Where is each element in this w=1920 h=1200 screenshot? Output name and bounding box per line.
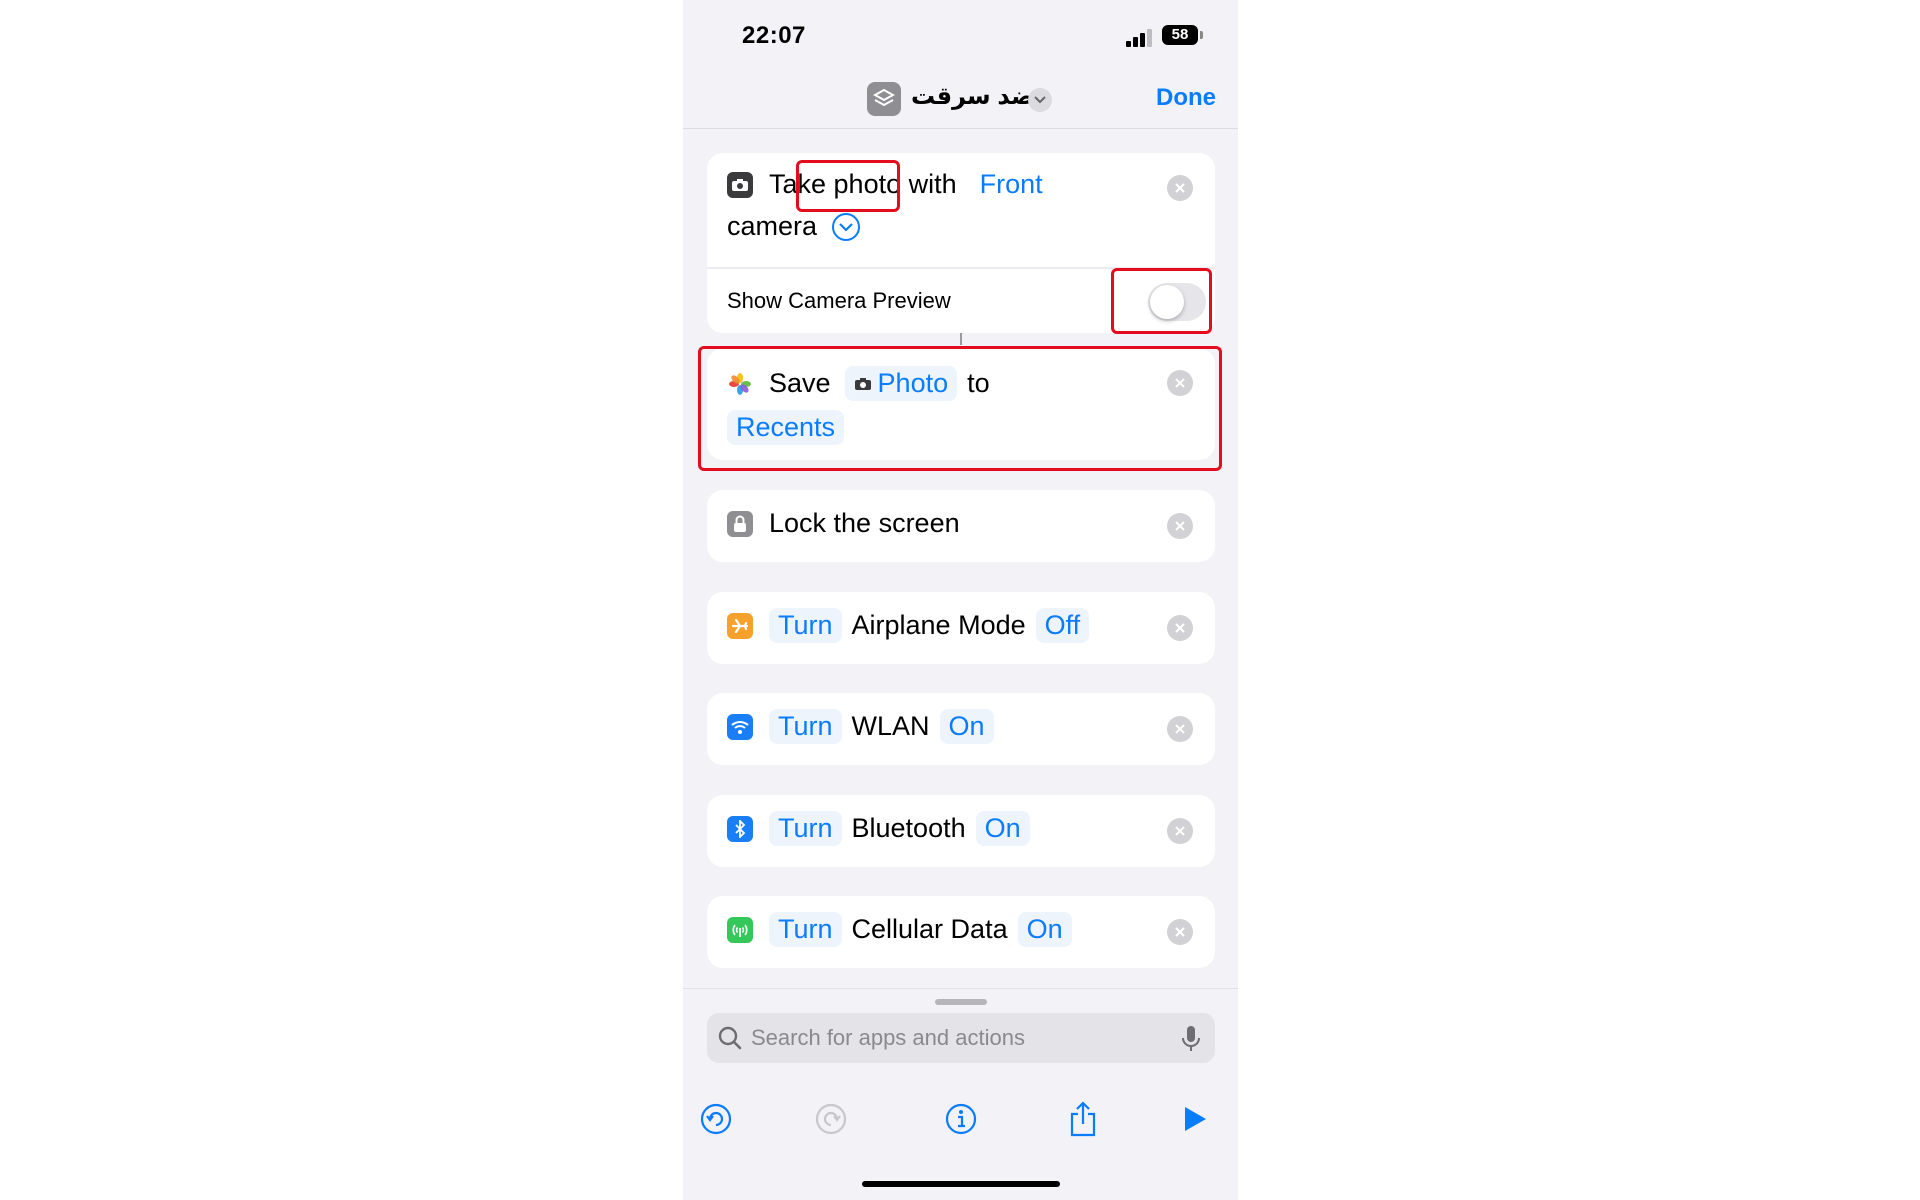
camera-icon xyxy=(727,171,753,198)
lock-screen-label: Lock the screen xyxy=(769,508,960,538)
battery-icon: 58 xyxy=(1162,25,1203,45)
expand-chevron-icon[interactable] xyxy=(831,212,861,242)
bluetooth-state-token[interactable]: On xyxy=(975,811,1030,846)
share-icon xyxy=(1070,1101,1096,1137)
nav-bar: ضد سرقت Done xyxy=(683,70,1238,129)
wlan-state-token[interactable]: On xyxy=(939,709,994,744)
action-connector xyxy=(960,333,962,345)
run-button[interactable] xyxy=(1175,1099,1215,1139)
phone-screen: 22:07 58 ضد سرقت Done Take photo with Fr… xyxy=(683,0,1238,1200)
wlan-label: WLAN xyxy=(851,711,930,741)
remove-action-button[interactable] xyxy=(1167,818,1193,844)
cellular-state-token[interactable]: On xyxy=(1017,912,1072,947)
remove-action-button[interactable] xyxy=(1167,716,1193,742)
turn-token[interactable]: Turn xyxy=(769,608,842,643)
camera-direction-token[interactable]: Front xyxy=(971,167,1052,202)
search-bar[interactable] xyxy=(707,1013,1215,1063)
sheet-grabber[interactable] xyxy=(935,999,987,1005)
status-bar: 22:07 58 xyxy=(683,0,1238,70)
play-icon xyxy=(1185,1107,1206,1131)
lock-screen-action[interactable]: Lock the screen xyxy=(707,490,1215,562)
highlight-front xyxy=(796,160,900,212)
signal-icon xyxy=(1126,29,1156,47)
turn-token[interactable]: Turn xyxy=(769,709,842,744)
remove-action-button[interactable] xyxy=(1167,919,1193,945)
airplane-mode-label: Airplane Mode xyxy=(851,610,1026,640)
airplane-mode-action[interactable]: Turn Airplane Mode Off xyxy=(707,592,1215,664)
undo-button[interactable] xyxy=(696,1099,736,1139)
redo-button[interactable] xyxy=(811,1099,851,1139)
search-input[interactable] xyxy=(751,1013,1151,1063)
done-button[interactable]: Done xyxy=(1156,84,1216,112)
shortcuts-app-icon xyxy=(867,82,901,116)
wifi-icon xyxy=(727,713,753,740)
info-button[interactable] xyxy=(941,1099,981,1139)
search-icon xyxy=(718,1026,742,1050)
bluetooth-action[interactable]: Turn Bluetooth On xyxy=(707,795,1215,867)
home-indicator xyxy=(862,1181,1060,1187)
microphone-icon[interactable] xyxy=(1181,1025,1201,1053)
wlan-action[interactable]: Turn WLAN On xyxy=(707,693,1215,765)
cellular-data-label: Cellular Data xyxy=(851,914,1008,944)
show-camera-preview-label: Show Camera Preview xyxy=(727,288,951,313)
lock-icon xyxy=(727,510,753,537)
action-search-sheet xyxy=(683,988,1238,1200)
editor-toolbar xyxy=(683,1089,1238,1149)
remove-action-button[interactable] xyxy=(1167,513,1193,539)
cellular-data-action[interactable]: Turn Cellular Data On xyxy=(707,896,1215,968)
chevron-down-icon[interactable] xyxy=(1028,88,1052,112)
airplane-icon xyxy=(727,612,753,639)
remove-action-button[interactable] xyxy=(1167,615,1193,641)
highlight-save xyxy=(698,346,1222,471)
share-button[interactable] xyxy=(1063,1099,1103,1139)
turn-token[interactable]: Turn xyxy=(769,811,842,846)
take-photo-action[interactable]: Take photo with Front camera xyxy=(707,153,1215,267)
bluetooth-icon xyxy=(727,815,753,842)
highlight-toggle xyxy=(1111,268,1212,334)
remove-action-button[interactable] xyxy=(1167,175,1193,201)
undo-icon xyxy=(700,1103,732,1135)
bluetooth-label: Bluetooth xyxy=(851,813,966,843)
camera-label: camera xyxy=(727,211,818,241)
airplane-state-token[interactable]: Off xyxy=(1035,608,1090,643)
shortcut-title[interactable]: ضد سرقت xyxy=(911,82,1034,111)
cellular-icon xyxy=(727,916,753,943)
redo-icon xyxy=(815,1103,847,1135)
info-icon xyxy=(945,1103,977,1135)
status-time: 22:07 xyxy=(742,22,806,49)
turn-token[interactable]: Turn xyxy=(769,912,842,947)
